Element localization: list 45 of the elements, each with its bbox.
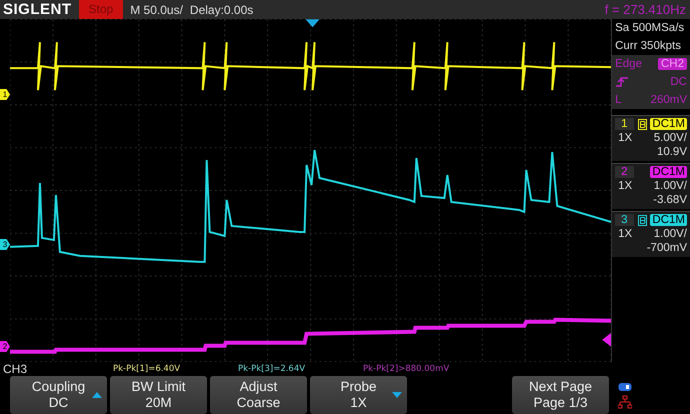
trigger-level-label: L — [615, 94, 622, 106]
menu-title: CH3 — [2, 362, 28, 376]
trigger-source-badge: CH2 — [658, 58, 687, 70]
channel-number: 3 — [615, 214, 634, 226]
vertical-offset: -3.68V — [653, 194, 687, 206]
trigger-coupling: DC — [670, 76, 687, 88]
measurement-readout: Pk-Pk[1]=6.40V — [113, 364, 182, 374]
vertical-scale: 1.00V/ — [654, 180, 687, 192]
coupling-badge: DC1M — [650, 214, 687, 226]
probe-ratio: 1X — [618, 180, 632, 192]
channel-marker[interactable]: 1 — [0, 89, 10, 100]
delay-readout: Delay:0.00s — [190, 2, 254, 16]
sample-rate-readout: Sa 500MSa/s — [614, 21, 686, 36]
channel-number: 1 — [615, 118, 634, 130]
usb-icon — [618, 382, 632, 392]
channel-marker[interactable]: 3 — [0, 239, 10, 250]
network-icon — [618, 394, 632, 408]
channel-panel[interactable]: 2 DC1M 1X 1.00V/ -3.68V — [612, 163, 690, 209]
measurement-readout: Pk-Pk[3]=2.64V — [238, 364, 306, 374]
vertical-scale: 1.00V/ — [654, 228, 687, 240]
rising-edge-icon — [615, 76, 630, 88]
trigger-level-icon — [602, 332, 612, 347]
vertical-offset: 10.9V — [656, 146, 687, 158]
timebase-readout: M 50.0us/ — [130, 2, 183, 16]
frequency-readout: f = 273.410Hz — [604, 2, 686, 17]
vertical-scale: 5.00V/ — [654, 132, 687, 144]
measurement-readout: Pk-Pk[2]>880.00mV — [363, 364, 450, 374]
trigger-type: Edge — [615, 58, 642, 70]
coupling-badge: DC1M — [650, 166, 687, 178]
softkey-button[interactable]: Probe 1X — [310, 376, 407, 414]
coupling-badge: DC1M — [650, 118, 687, 130]
channel-panel[interactable]: 3 DC1M 1X 1.00V/ -700mV — [612, 211, 690, 257]
probe-ratio: 1X — [618, 228, 632, 240]
channel-panel[interactable]: 1 DC1M 1X 5.00V/ 10.9V — [612, 115, 690, 161]
vertical-offset: -700mV — [646, 242, 687, 254]
softkey-button[interactable]: Coupling DC — [10, 376, 107, 414]
softkey-button[interactable]: BW Limit 20M — [110, 376, 207, 414]
memory-depth-readout: Curr 350kpts — [614, 39, 682, 54]
softkey-button[interactable]: Next Page Page 1/3 — [512, 376, 609, 414]
softkey-button[interactable]: Adjust Coarse — [210, 376, 307, 414]
brand-logo: SIGLENT — [2, 1, 72, 18]
channel-number: 2 — [615, 166, 634, 178]
probe-ratio: 1X — [618, 132, 632, 144]
trigger-level: 260mV — [650, 94, 687, 106]
channel-marker[interactable]: 2 — [0, 341, 10, 352]
